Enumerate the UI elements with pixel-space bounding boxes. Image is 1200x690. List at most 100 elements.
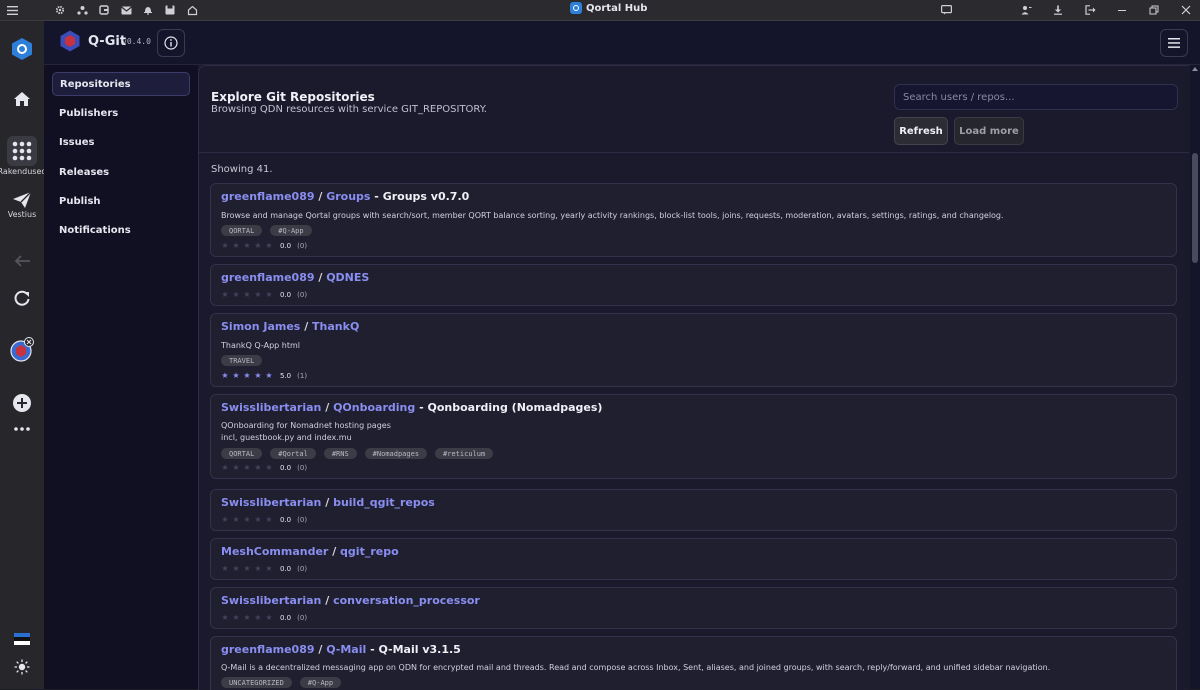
save-icon[interactable] (162, 2, 178, 18)
repo-name-link[interactable]: qgit_repo (340, 545, 399, 558)
logout-icon[interactable] (1082, 2, 1098, 18)
repo-tag[interactable]: #reticulum (435, 448, 494, 459)
star-icon[interactable]: ★ (265, 463, 273, 472)
star-icon[interactable]: ★ (254, 241, 262, 250)
star-icon[interactable]: ★ (243, 371, 251, 380)
repo-card[interactable]: Swisslibertarian / QOnboarding - Qonboar… (210, 394, 1177, 479)
star-icon[interactable]: ★ (232, 290, 240, 299)
star-icon[interactable]: ★ (232, 613, 240, 622)
repo-owner-link[interactable]: greenflame089 (221, 643, 315, 656)
bell-icon[interactable] (140, 2, 156, 18)
star-icon[interactable]: ★ (221, 290, 229, 299)
repo-tag[interactable]: UNCATEGORIZED (221, 677, 292, 688)
star-icon[interactable]: ★ (232, 463, 240, 472)
restore-icon[interactable] (1146, 2, 1162, 18)
star-icon[interactable]: ★ (221, 613, 229, 622)
nav-item-repositories[interactable]: Repositories (52, 72, 190, 96)
repo-tag[interactable]: #Q-App (270, 225, 312, 236)
open-app-qgit[interactable] (0, 337, 44, 363)
repo-card[interactable]: Swisslibertarian / conversation_processo… (210, 587, 1177, 629)
chat-icon[interactable] (938, 2, 954, 18)
star-icon[interactable]: ★ (265, 290, 273, 299)
star-icon[interactable]: ★ (243, 515, 251, 524)
back-button[interactable] (0, 254, 44, 268)
refresh-button[interactable]: Refresh (894, 117, 948, 145)
scroll-up-arrow-icon[interactable] (1192, 67, 1198, 71)
star-icon[interactable]: ★ (221, 515, 229, 524)
star-icon[interactable]: ★ (265, 371, 273, 380)
star-icon[interactable]: ★ (243, 463, 251, 472)
repo-owner-link[interactable]: greenflame089 (221, 190, 315, 203)
star-icon[interactable]: ★ (254, 463, 262, 472)
repo-name-link[interactable]: Q-Mail (326, 643, 366, 656)
repo-name-link[interactable]: conversation_processor (333, 594, 480, 607)
star-icon[interactable]: ★ (232, 515, 240, 524)
star-icon[interactable]: ★ (243, 564, 251, 573)
star-icon[interactable]: ★ (265, 241, 273, 250)
star-icon[interactable]: ★ (254, 290, 262, 299)
close-icon[interactable] (1178, 2, 1194, 18)
repo-owner-link[interactable]: Swisslibertarian (221, 496, 321, 509)
star-icon[interactable]: ★ (243, 241, 251, 250)
home-outline-icon[interactable] (184, 2, 200, 18)
language-selector[interactable] (0, 633, 44, 645)
repo-tag[interactable]: #Q-App (299, 677, 342, 688)
user-management-icon[interactable] (1018, 2, 1034, 18)
repo-owner-link[interactable]: Simon James (221, 320, 300, 333)
star-icon[interactable]: ★ (243, 290, 251, 299)
star-icon[interactable]: ★ (254, 613, 262, 622)
home-button[interactable] (0, 91, 44, 107)
repo-tag[interactable]: #RNS (323, 448, 357, 459)
star-icon[interactable]: ★ (221, 371, 229, 380)
repo-name-link[interactable]: QDNES (326, 271, 369, 284)
repo-card[interactable]: MeshCommander / qgit_repo ★ ★ ★ ★ ★ 0.0 (0) (210, 538, 1177, 580)
repo-tag[interactable]: #Nomadpages (364, 448, 428, 459)
star-icon[interactable]: ★ (243, 613, 251, 622)
star-icon[interactable]: ★ (265, 564, 273, 573)
wallet-icon[interactable] (96, 2, 112, 18)
star-icon[interactable]: ★ (221, 564, 229, 573)
star-icon[interactable]: ★ (265, 613, 273, 622)
refresh-app-button[interactable] (0, 289, 44, 307)
repo-card[interactable]: greenflame089 / Groups - Groups v0.7.0 B… (210, 183, 1177, 257)
nav-item-publish[interactable]: Publish (52, 189, 190, 213)
main-scrollbar[interactable] (1190, 65, 1200, 689)
repo-name-link[interactable]: QOnboarding (333, 401, 415, 414)
mail-icon[interactable] (118, 2, 134, 18)
load-more-button[interactable]: Load more (954, 117, 1024, 145)
repo-owner-link[interactable]: Swisslibertarian (221, 401, 321, 414)
more-button[interactable] (0, 426, 44, 432)
nav-item-publishers[interactable]: Publishers (52, 101, 190, 125)
star-icon[interactable]: ★ (232, 371, 240, 380)
send-button[interactable]: Vestius (0, 191, 44, 219)
repo-owner-link[interactable]: Swisslibertarian (221, 594, 321, 607)
nav-item-issues[interactable]: Issues (52, 130, 190, 154)
repo-name-link[interactable]: build_qgit_repos (333, 496, 435, 509)
star-icon[interactable]: ★ (254, 564, 262, 573)
repo-tag[interactable]: TRAVEL (221, 355, 263, 366)
repo-card[interactable]: greenflame089 / QDNES ★ ★ ★ ★ ★ 0.0 (0) (210, 264, 1177, 306)
theme-toggle[interactable] (0, 659, 44, 675)
minimize-icon[interactable] (1114, 2, 1130, 18)
repo-card[interactable]: Swisslibertarian / build_qgit_repos ★ ★ ★ ★… (210, 489, 1177, 531)
star-icon[interactable]: ★ (254, 371, 262, 380)
repo-owner-link[interactable]: greenflame089 (221, 271, 315, 284)
star-icon[interactable]: ★ (232, 241, 240, 250)
apps-button[interactable]: Rakendused (0, 136, 46, 176)
repo-tag[interactable]: #Qortal (270, 448, 316, 459)
search-input[interactable]: Search users / repos... (894, 84, 1178, 110)
qortal-logo[interactable] (0, 37, 44, 61)
star-icon[interactable]: ★ (254, 515, 262, 524)
repo-name-link[interactable]: ThankQ (312, 320, 359, 333)
repo-card[interactable]: greenflame089 / Q-Mail - Q-Mail v3.1.5 Q… (210, 636, 1177, 690)
nav-item-notifications[interactable]: Notifications (52, 218, 190, 242)
add-app-button[interactable] (0, 393, 44, 413)
gear-icon[interactable] (52, 2, 68, 18)
nav-item-releases[interactable]: Releases (52, 160, 190, 184)
repo-tag[interactable]: QORTAL (221, 225, 263, 236)
star-icon[interactable]: ★ (221, 241, 229, 250)
app-menu-button[interactable] (1160, 29, 1188, 57)
scrollbar-thumb[interactable] (1192, 153, 1198, 263)
repo-card[interactable]: Simon James / ThankQ ThankQ Q-App html T… (210, 313, 1177, 387)
star-icon[interactable]: ★ (221, 463, 229, 472)
